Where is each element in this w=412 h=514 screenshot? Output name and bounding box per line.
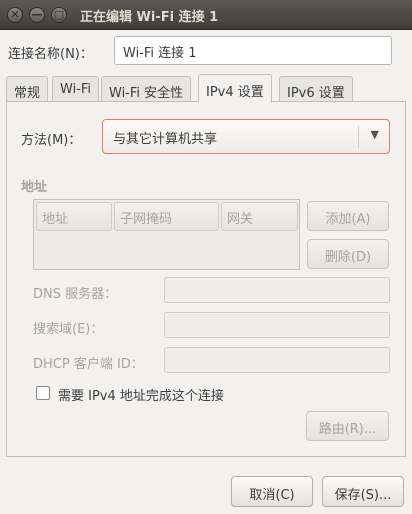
connection-name-label: 连接名称(N)： [8, 47, 93, 62]
tab-wifi-security[interactable]: Wi-Fi 安全性 [101, 76, 192, 102]
search-domains-input[interactable] [164, 312, 390, 338]
dhcp-client-id-label: DHCP 客户端 ID： [33, 357, 144, 372]
tab-wifi[interactable]: Wi-Fi [52, 76, 100, 102]
column-header-address[interactable]: 地址 [36, 202, 112, 231]
connection-name-input[interactable]: Wi-Fi 连接 1 [114, 36, 392, 65]
dns-servers-label: DNS 服务器： [33, 287, 118, 302]
dhcp-client-id-input[interactable] [164, 347, 390, 373]
delete-address-button[interactable]: 删除(D) [307, 239, 389, 269]
search-domains-label: 搜索域(E)： [33, 322, 104, 337]
tab-ipv4-settings[interactable]: IPv4 设置 [198, 74, 272, 103]
add-address-button[interactable]: 添加(A) [307, 201, 389, 231]
method-label: 方法(M)： [21, 133, 82, 148]
require-ipv4-checkbox[interactable] [36, 386, 50, 400]
routes-button[interactable]: 路由(R)... [306, 411, 389, 441]
title-bar: ✕ — □ 正在编辑 Wi-Fi 连接 1 [0, 0, 412, 30]
address-heading: 地址 [21, 180, 48, 195]
maximize-window-icon[interactable]: □ [51, 7, 67, 23]
column-header-netmask[interactable]: 子网掩码 [114, 202, 219, 231]
method-dropdown[interactable]: 与其它计算机共享 ▼ [102, 119, 390, 154]
chevron-down-icon: ▼ [370, 128, 379, 141]
method-dropdown-value: 与其它计算机共享 [113, 132, 218, 147]
cancel-button[interactable]: 取消(C) [231, 476, 313, 507]
close-window-icon[interactable]: ✕ [7, 7, 23, 23]
address-table[interactable]: 地址 子网掩码 网关 [33, 199, 300, 270]
require-ipv4-label: 需要 IPv4 地址完成这个连接 [58, 389, 224, 404]
tab-ipv6-settings[interactable]: IPv6 设置 [279, 76, 353, 102]
tab-general[interactable]: 常规 [6, 76, 49, 102]
dropdown-separator [358, 126, 359, 148]
minimize-window-icon[interactable]: — [29, 7, 45, 23]
save-button[interactable]: 保存(S)... [322, 476, 404, 507]
dns-servers-input[interactable] [164, 277, 390, 303]
window-title: 正在编辑 Wi-Fi 连接 1 [80, 10, 219, 25]
column-header-gateway[interactable]: 网关 [221, 202, 298, 231]
